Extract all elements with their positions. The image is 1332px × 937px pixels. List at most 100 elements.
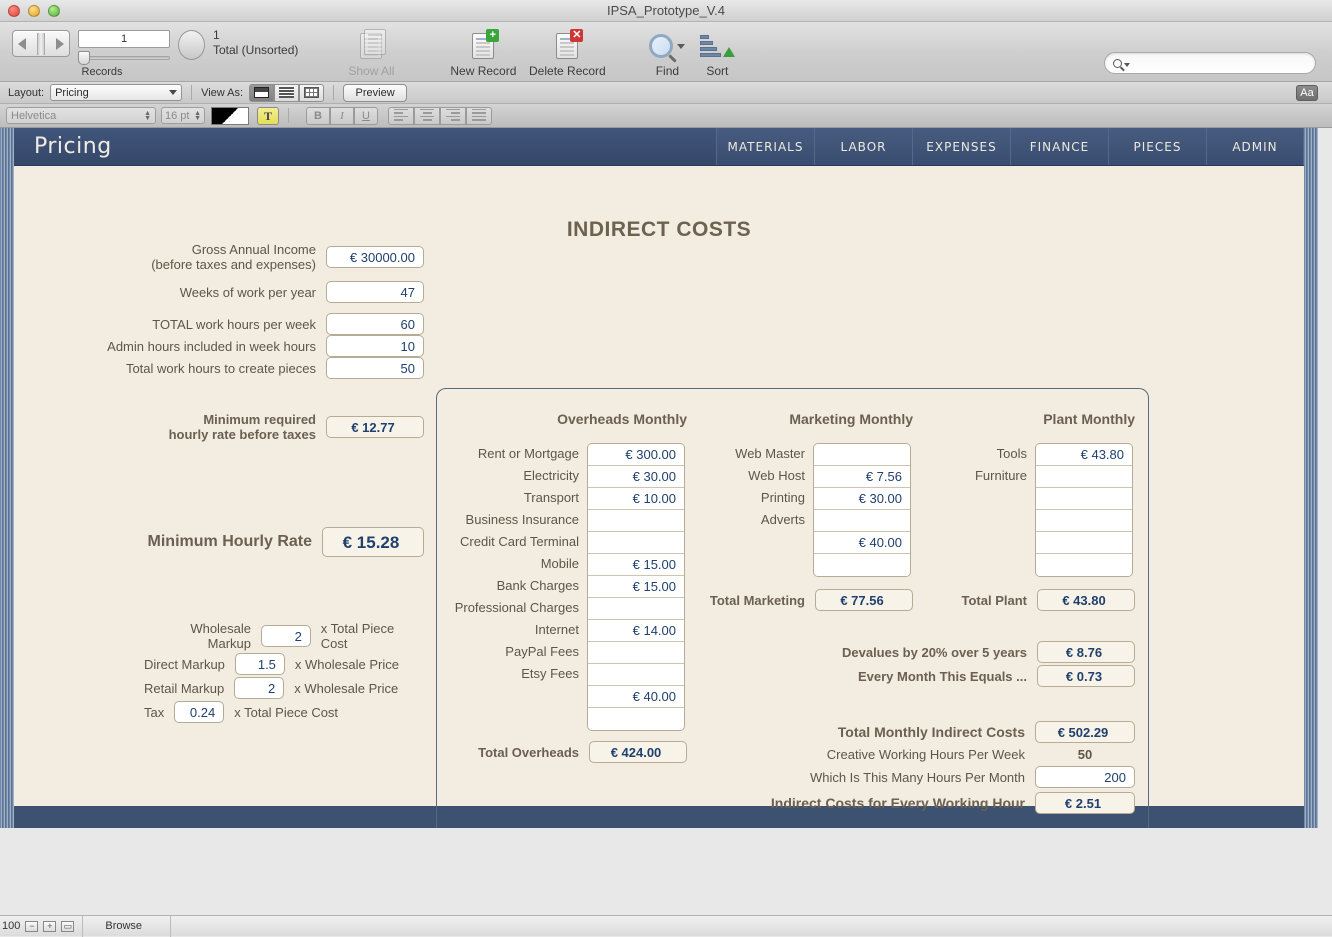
plant-field[interactable] — [1036, 488, 1132, 510]
view-as-table-button[interactable] — [299, 84, 324, 102]
record-book-knob[interactable] — [178, 30, 205, 60]
hours-per-month-field[interactable]: 200 — [1035, 766, 1135, 788]
search-box[interactable] — [1104, 52, 1316, 74]
tab-admin[interactable]: ADMIN — [1206, 128, 1304, 165]
bold-button[interactable]: B — [306, 107, 330, 125]
size-stepper-icon[interactable]: ▲▼ — [194, 111, 201, 121]
find-chevron-down-icon[interactable] — [677, 44, 685, 49]
align-right-button[interactable] — [440, 107, 466, 125]
weeks-per-year-field[interactable]: 47 — [326, 281, 424, 303]
total-work-hours-week-field[interactable]: 60 — [326, 313, 424, 335]
marketing-field[interactable] — [814, 444, 910, 466]
overhead-field[interactable]: € 15.00 — [588, 576, 684, 598]
overhead-field[interactable] — [588, 664, 684, 686]
tax-field[interactable]: 0.24 — [174, 701, 224, 723]
overhead-field[interactable]: € 300.00 — [588, 444, 684, 466]
text-formatting-toggle[interactable]: Aa — [1296, 85, 1318, 101]
view-as-form-button[interactable] — [249, 84, 274, 102]
overhead-field[interactable]: € 10.00 — [588, 488, 684, 510]
text-style-group[interactable]: B I U — [306, 107, 378, 125]
current-record-number[interactable]: 1 — [78, 30, 170, 48]
overhead-field[interactable]: € 14.00 — [588, 620, 684, 642]
tab-finance[interactable]: FINANCE — [1010, 128, 1108, 165]
find-button[interactable]: Find — [642, 30, 692, 78]
marketing-field[interactable]: € 7.56 — [814, 466, 910, 488]
show-all-button[interactable]: Show All — [332, 30, 410, 78]
tab-expenses[interactable]: EXPENSES — [912, 128, 1010, 165]
page-navbar: Pricing MATERIALS LABOR EXPENSES FINANCE… — [14, 128, 1304, 166]
previous-record-icon[interactable] — [18, 38, 26, 50]
overhead-label: Internet — [451, 619, 579, 641]
overhead-label: Professional Charges — [451, 597, 579, 619]
toggle-window-icon[interactable]: ▭ — [61, 921, 74, 932]
gross-annual-income-field[interactable]: € 30000.00 — [326, 246, 424, 268]
delete-record-button[interactable]: ✕ Delete Record — [528, 30, 606, 78]
marketing-field[interactable] — [814, 554, 910, 576]
underline-button[interactable]: U — [354, 107, 378, 125]
new-record-button[interactable]: + New Record — [444, 30, 522, 78]
direct-markup-field[interactable]: 1.5 — [235, 653, 285, 675]
view-as-list-button[interactable] — [274, 84, 299, 102]
overhead-field[interactable] — [588, 598, 684, 620]
marketing-total-label: Total Marketing — [710, 593, 805, 608]
marketing-label: Web Host — [691, 465, 805, 487]
wholesale-markup-field[interactable]: 2 — [261, 625, 311, 647]
plant-field[interactable] — [1036, 532, 1132, 554]
overhead-label: PayPal Fees — [451, 641, 579, 663]
table-view-icon — [304, 87, 319, 98]
field-row-hours-create-pieces: Total work hours to create pieces 50 — [14, 357, 424, 379]
next-record-icon[interactable] — [56, 38, 64, 50]
sort-ascending-icon — [700, 35, 735, 57]
plant-field[interactable] — [1036, 466, 1132, 488]
admin-hours-field[interactable]: 10 — [326, 335, 424, 357]
marketing-field[interactable] — [814, 510, 910, 532]
font-family-select[interactable]: Helvetica ▲▼ — [6, 107, 156, 124]
summary-row: Total Monthly Indirect Costs € 502.29 — [627, 721, 1135, 743]
plant-total-row: Total Plant € 43.80 — [917, 589, 1135, 611]
record-slider-thumb[interactable] — [78, 51, 90, 65]
overhead-field[interactable]: € 15.00 — [588, 554, 684, 576]
marketing-field[interactable]: € 40.00 — [814, 532, 910, 554]
tab-materials[interactable]: MATERIALS — [716, 128, 814, 165]
overhead-field[interactable] — [588, 642, 684, 664]
field-row-weeks-per-year: Weeks of work per year 47 — [14, 281, 424, 303]
overhead-field[interactable] — [588, 532, 684, 554]
record-slider[interactable] — [78, 51, 170, 63]
document-plus-icon: + — [472, 33, 494, 59]
overhead-field[interactable]: € 30.00 — [588, 466, 684, 488]
italic-button[interactable]: I — [330, 107, 354, 125]
zoom-out-icon[interactable]: − — [25, 921, 38, 932]
preview-button[interactable]: Preview — [343, 84, 407, 102]
overhead-field[interactable] — [588, 510, 684, 532]
text-highlight-button[interactable]: T — [257, 107, 279, 125]
font-size-value: 16 pt — [165, 110, 189, 122]
devalue-5yr-label: Devalues by 20% over 5 years — [842, 645, 1027, 660]
text-align-group[interactable] — [388, 107, 492, 125]
search-input[interactable] — [1130, 57, 1315, 69]
align-center-button[interactable] — [414, 107, 440, 125]
text-color-swatch[interactable] — [211, 107, 249, 125]
plant-field[interactable] — [1036, 554, 1132, 576]
tab-pieces[interactable]: PIECES — [1108, 128, 1206, 165]
align-justify-button[interactable] — [466, 107, 492, 125]
font-size-select[interactable]: 16 pt ▲▼ — [161, 107, 205, 124]
record-flipper[interactable] — [12, 30, 70, 57]
direct-markup-label: Direct Markup — [144, 657, 225, 672]
marketing-field[interactable]: € 30.00 — [814, 488, 910, 510]
sort-button[interactable]: Sort — [692, 30, 742, 78]
summary-section: Total Monthly Indirect Costs € 502.29 Cr… — [627, 721, 1135, 814]
tab-labor[interactable]: LABOR — [814, 128, 912, 165]
plant-field[interactable]: € 43.80 — [1036, 444, 1132, 466]
mode-label[interactable]: Browse — [105, 920, 142, 932]
layout-select[interactable]: Pricing — [50, 84, 182, 101]
plant-field[interactable] — [1036, 510, 1132, 532]
retail-markup-field[interactable]: 2 — [234, 677, 284, 699]
view-as-group[interactable] — [249, 84, 324, 102]
zoom-in-icon[interactable]: + — [43, 921, 56, 932]
overhead-field[interactable]: € 40.00 — [588, 686, 684, 708]
align-left-button[interactable] — [388, 107, 414, 125]
hours-create-pieces-field[interactable]: 50 — [326, 357, 424, 379]
retail-markup-suffix: x Wholesale Price — [294, 681, 398, 696]
overhead-label: Mobile — [451, 553, 579, 575]
stepper-icon[interactable]: ▲▼ — [144, 111, 151, 121]
